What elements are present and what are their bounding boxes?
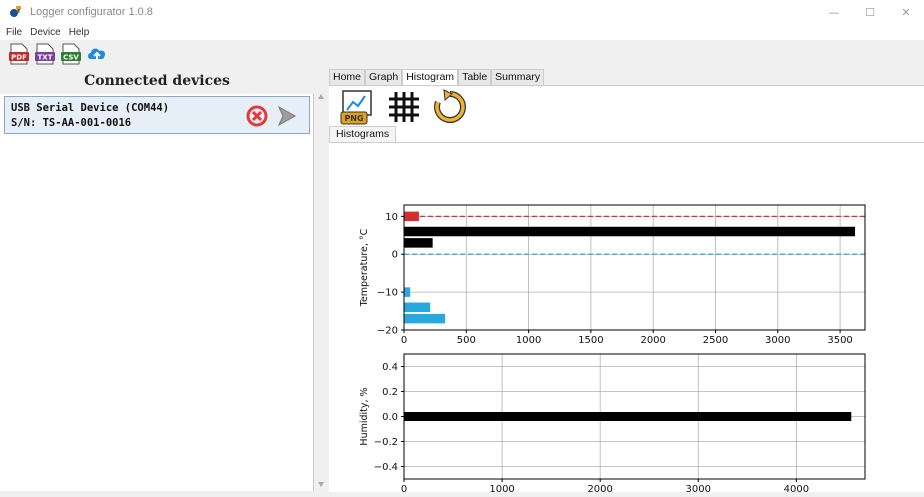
connected-devices-header: Connected devices xyxy=(0,68,314,94)
menu-help[interactable]: Help xyxy=(69,27,90,38)
x-tick-label: 3500 xyxy=(827,335,852,346)
tab-histograms[interactable]: Histograms xyxy=(329,126,397,142)
window-title: Logger configurator 1.0.8 xyxy=(30,6,153,18)
maximize-button[interactable]: ☐ xyxy=(852,0,888,24)
y-tick-label: −10 xyxy=(377,288,398,299)
vertical-scrollbar[interactable] xyxy=(315,90,327,491)
menu-bar: File Device Help xyxy=(0,24,924,40)
y-tick-label: −0.2 xyxy=(374,437,398,448)
y-tick-label: 0.2 xyxy=(382,387,398,398)
y-tick-label: 0 xyxy=(392,250,398,261)
chart-1: 0 500 1000 1500 2000 2500 3000 3500 10 0 −10 −20 Tem… xyxy=(359,204,866,346)
chevron-right-icon[interactable] xyxy=(275,105,299,127)
y-axis-label: Humidity, % xyxy=(359,387,370,445)
device-list-item[interactable]: USB Serial Device (COM44) S/N: TS-AA-001… xyxy=(4,96,310,134)
x-tick-label: 0 xyxy=(401,335,407,346)
x-tick-label: 2000 xyxy=(587,484,612,493)
main-toolbar: PDF TXT CSV xyxy=(0,40,924,68)
menu-device[interactable]: Device xyxy=(30,27,61,38)
y-tick-label: 0.4 xyxy=(382,362,398,373)
app-logo-icon xyxy=(10,6,21,17)
tab-home[interactable]: Home xyxy=(329,69,366,85)
x-tick-label: 1000 xyxy=(516,335,541,346)
histogram-bar xyxy=(404,412,852,421)
grid-icon[interactable] xyxy=(385,88,423,126)
histogram-bar xyxy=(404,226,856,237)
device-serial: S/N: TS-AA-001-0016 xyxy=(11,117,132,129)
pdf-icon-label: PDF xyxy=(11,54,27,62)
close-button[interactable]: ✕ xyxy=(888,0,924,24)
devices-panel: Connected devices USB Serial Device (COM… xyxy=(0,68,314,491)
histogram-toolbar: PNG xyxy=(339,88,477,126)
x-tick-label: 3000 xyxy=(686,484,711,493)
cloud-upload-icon[interactable] xyxy=(86,43,108,65)
svg-text:PNG: PNG xyxy=(344,114,363,123)
scroll-up-icon[interactable] xyxy=(318,94,324,99)
x-tick-label: 0 xyxy=(401,484,407,493)
y-tick-label: 0.0 xyxy=(382,412,398,423)
pdf-export-icon[interactable]: PDF xyxy=(8,43,30,65)
minimize-button[interactable]: — xyxy=(816,0,852,24)
y-tick-label: −0.4 xyxy=(374,462,398,473)
app-window: Logger configurator 1.0.8 — ☐ ✕ File Dev… xyxy=(0,0,924,497)
scroll-down-icon[interactable] xyxy=(318,482,324,487)
histogram-tab-content: PNG Histograms 0 500 1000 1500 2000 2500 3000 3… xyxy=(329,85,924,497)
menu-file[interactable]: File xyxy=(6,27,22,38)
csv-icon-label: CSV xyxy=(63,54,79,62)
histogram-charts: 0 500 1000 1500 2000 2500 3000 3500 10 0 −10 −20 Tem… xyxy=(359,204,866,497)
x-tick-label: 4000 xyxy=(784,484,809,493)
txt-export-icon[interactable]: TXT xyxy=(34,43,56,65)
chart-2: 0 1000 2000 3000 4000 0.4 0.2 0.0 −0.2 −0.4 Humidi… xyxy=(359,353,866,497)
histogram-bar xyxy=(404,302,431,313)
tab-table[interactable]: Table xyxy=(458,69,492,85)
y-axis-label: Temperature, °C xyxy=(359,228,370,307)
x-tick-label: 3000 xyxy=(765,335,790,346)
histogram-bar xyxy=(404,313,446,324)
tab-histogram[interactable]: Histogram xyxy=(402,69,459,85)
main-tabs: Home Graph Histogram Table Summary xyxy=(329,69,545,85)
main-panel: Home Graph Histogram Table Summary PNG H… xyxy=(329,68,924,497)
plot-frame xyxy=(403,204,866,331)
y-tick-label: −20 xyxy=(377,326,398,337)
png-export-icon[interactable]: PNG xyxy=(339,88,377,126)
histogram-bar xyxy=(404,238,433,248)
x-tick-label: 2000 xyxy=(640,335,665,346)
x-tick-label: 1000 xyxy=(489,484,514,493)
y-tick-label: 10 xyxy=(385,212,398,223)
x-tick-label: 500 xyxy=(457,335,476,346)
histogram-bar xyxy=(404,287,411,297)
refresh-icon[interactable] xyxy=(431,88,469,126)
csv-export-icon[interactable]: CSV xyxy=(60,43,82,65)
x-tick-label: 1500 xyxy=(578,335,603,346)
disconnect-icon[interactable] xyxy=(245,104,269,128)
tab-graph[interactable]: Graph xyxy=(365,69,403,85)
device-name: USB Serial Device (COM44) xyxy=(11,102,170,114)
histograms-view: 0 500 1000 1500 2000 2500 3000 3500 10 0 −10 −20 Tem… xyxy=(329,142,924,497)
txt-icon-label: TXT xyxy=(38,54,53,62)
tab-summary[interactable]: Summary xyxy=(491,69,545,85)
x-tick-label: 2500 xyxy=(703,335,728,346)
title-bar: Logger configurator 1.0.8 — ☐ ✕ xyxy=(0,0,924,24)
